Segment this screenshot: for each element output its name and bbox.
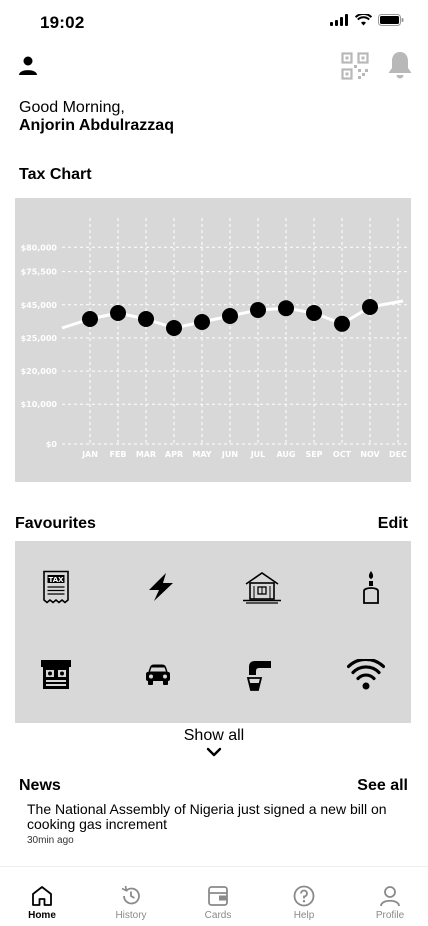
show-all-button[interactable]: Show all [0,727,428,757]
person-icon[interactable] [16,54,40,78]
data-point [222,308,238,324]
x-tick-label: DEC [389,450,407,459]
wifi-icon [347,659,385,690]
favourites-title: Favourites [15,515,96,532]
profile-icon [380,886,400,907]
data-point [138,311,154,327]
favourite-gas[interactable] [346,562,396,612]
x-tick-label: MAY [192,450,211,459]
water-tap-icon [246,661,271,691]
signal-icon [330,14,348,26]
x-tick-label: OCT [333,450,352,459]
qr-code-icon[interactable] [341,52,369,80]
x-tick-label: MAR [136,450,156,459]
favourite-water[interactable] [234,650,284,700]
y-tick-label: $45,000 [21,301,58,310]
bell-icon[interactable] [386,50,414,80]
battery-icon [378,14,404,26]
show-all-label: Show all [183,727,245,744]
x-tick-label: JUN [221,450,238,459]
greeting-text: Good Morning, [19,99,125,116]
x-tick-label: AUG [276,450,295,459]
edit-favourites-button[interactable]: Edit [378,515,408,533]
news-headline[interactable]: The National Assembly of Nigeria just si… [27,802,397,832]
y-tick-label: $20,000 [21,367,58,376]
data-point [82,311,98,327]
favourite-property[interactable] [237,562,287,612]
tab-history-label: History [115,910,147,921]
user-name: Anjorin Abdulrazzaq [19,117,174,134]
help-icon [293,885,315,907]
status-time: 19:02 [40,13,85,32]
y-tick-label: $25,000 [21,334,58,343]
y-tick-label: $0 [46,440,58,449]
tab-history[interactable]: History [101,885,161,921]
data-point [278,300,294,317]
chevron-down-icon [206,747,222,757]
data-point [362,299,378,315]
market-stall-icon [41,660,71,689]
favourite-internet[interactable] [341,650,391,700]
data-point [194,314,210,330]
favourites-grid: TAX [15,541,411,723]
x-tick-label: JUL [250,450,266,459]
tab-profile-label: Profile [375,910,405,921]
tax-receipt-icon: TAX [43,570,69,604]
x-tick-label: SEP [305,450,322,459]
tax-chart-svg: $0 $10,000 $20,000 $25,000 $45,000 $75,500 $80… [21,218,407,459]
tab-cards[interactable]: Cards [188,885,248,921]
data-point [250,302,266,318]
tab-cards-label: Cards [204,910,232,921]
tab-home-label: Home [28,910,56,921]
news-title: News [19,777,61,794]
svg-text:TAX: TAX [48,576,64,584]
favourite-market[interactable] [31,650,81,700]
tax-chart: $0 $10,000 $20,000 $25,000 $45,000 $75,500 $80… [15,198,411,482]
electricity-bolt-icon [149,573,173,601]
top-bar [0,50,428,84]
x-tick-label: JAN [81,450,98,459]
data-point [334,315,350,332]
tab-home[interactable]: Home [12,885,72,921]
x-tick-label: APR [165,450,183,459]
favourite-electricity[interactable] [136,562,186,612]
tab-profile[interactable]: Profile [360,885,420,921]
tax-chart-title: Tax Chart [19,166,92,183]
tab-help[interactable]: Help [274,885,334,921]
y-tick-label: $75,500 [21,268,58,277]
car-icon [146,664,170,685]
tab-help-label: Help [293,910,315,921]
wifi-icon [355,14,372,26]
favourite-tax[interactable]: TAX [31,562,81,612]
data-point [166,320,182,336]
history-icon [121,885,140,905]
y-tick-label: $10,000 [21,400,58,409]
gas-cylinder-icon [363,571,379,604]
x-tick-label: NOV [360,450,380,459]
x-tick-label: FEB [109,450,126,459]
y-tick-label: $80,000 [21,243,58,252]
news-time: 30min ago [27,835,74,846]
bottom-tab-bar: Home History Cards Help Profile [0,866,428,926]
favourite-vehicle[interactable] [133,650,183,700]
see-all-news-button[interactable]: See all [357,777,408,795]
home-icon [32,886,52,906]
data-point [110,305,126,321]
status-bar: 19:02 [0,0,428,46]
data-point [306,305,322,321]
wallet-icon [208,886,228,906]
house-icon [243,572,281,604]
